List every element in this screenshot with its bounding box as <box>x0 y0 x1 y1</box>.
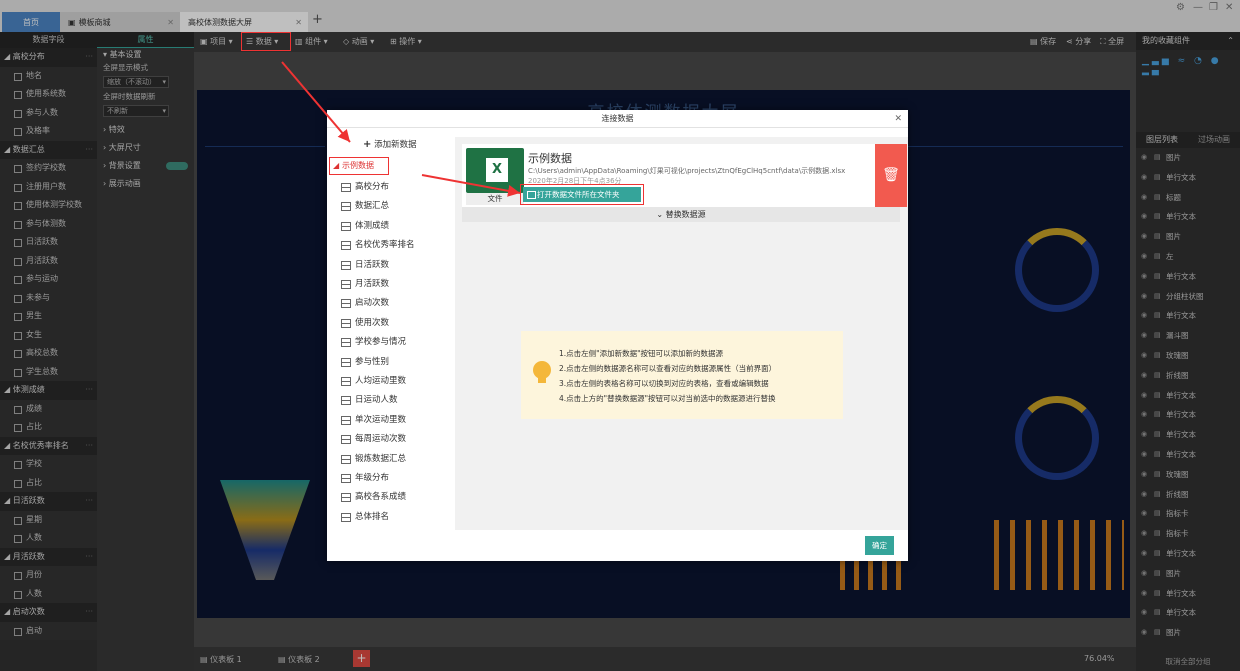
annotation-arrows <box>281 61 521 197</box>
